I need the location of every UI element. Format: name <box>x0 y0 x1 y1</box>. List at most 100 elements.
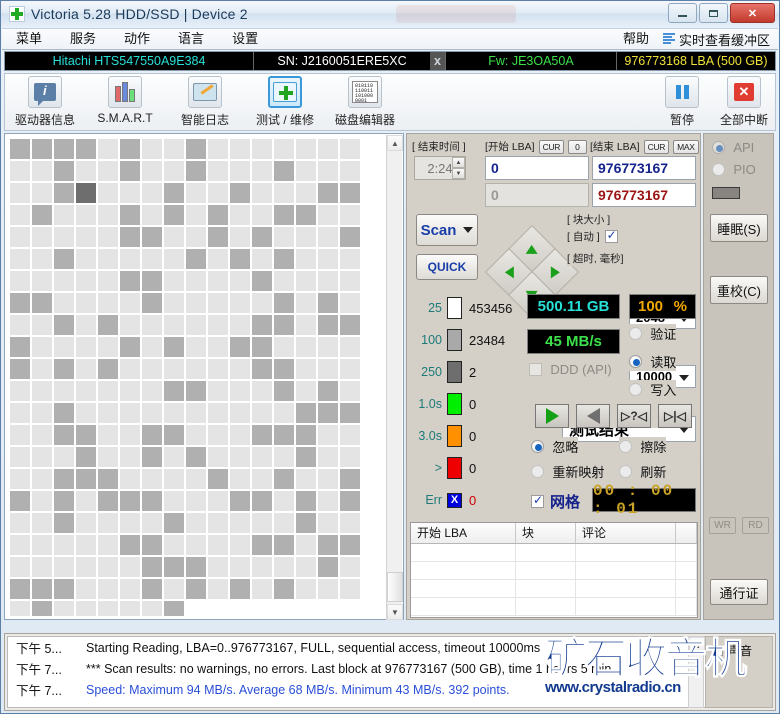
sleep-button[interactable]: 睡眠(S) <box>710 214 768 242</box>
block-legend: 25 453456 100 23484 250 2 1.0s 0 3.0s 0 >0 Err X 0 <box>410 292 522 537</box>
scan-button[interactable]: Scan <box>416 214 478 246</box>
menu-item-action[interactable]: 动作 <box>110 29 164 49</box>
passport-button[interactable]: 通行证 <box>710 579 768 605</box>
menu-item-menu[interactable]: 菜单 <box>2 29 56 49</box>
toolbar-smart-log[interactable]: 智能日志 <box>165 74 245 130</box>
ddd-api-checkbox[interactable] <box>529 363 542 377</box>
api-radio[interactable] <box>712 141 725 155</box>
toolbar-drive-info[interactable]: 驱动器信息 <box>5 74 85 130</box>
block-cell <box>273 182 295 204</box>
block-cell <box>75 578 97 600</box>
block-cell <box>339 578 361 600</box>
block-cell <box>31 446 53 468</box>
menu-item-service[interactable]: 服务 <box>56 29 110 49</box>
block-cell <box>163 138 185 160</box>
log-entry[interactable]: 下午 7... *** Scan results: no warnings, n… <box>8 658 706 679</box>
close-button[interactable]: ✕ <box>730 3 775 23</box>
block-map[interactable] <box>9 138 379 616</box>
action-remap-radio[interactable] <box>531 465 544 478</box>
defects-table[interactable]: 开始 LBA 块 评论 <box>410 522 698 618</box>
toolbar-disk-editor[interactable]: 010110 110011 101000 0001 磁盘编辑器 <box>325 74 405 130</box>
block-cell <box>141 314 163 336</box>
toolbar-abort-all[interactable]: ✕ 全部中断 <box>713 74 775 130</box>
toolbar-smart[interactable]: S.M.A.R.T <box>85 74 165 130</box>
end-lba-input[interactable]: 976773167 <box>592 156 696 180</box>
quick-button[interactable]: QUICK <box>416 254 478 280</box>
mode-write-radio[interactable] <box>629 383 642 396</box>
action-erase[interactable]: 擦除 <box>619 437 667 456</box>
recalibrate-button[interactable]: 重校(C) <box>710 276 768 304</box>
maximize-button[interactable] <box>699 3 728 23</box>
pio-radio[interactable] <box>712 163 725 177</box>
clear-serial-button[interactable]: x <box>430 52 445 70</box>
toolbar-pause[interactable]: 暂停 <box>651 74 713 130</box>
start-lba-zero-button[interactable]: 0 <box>568 139 587 154</box>
random-seek-button[interactable]: ▷?◁ <box>617 404 651 428</box>
mode-verify-radio[interactable] <box>629 327 642 340</box>
wr-button[interactable]: WR <box>709 517 736 534</box>
table-row[interactable] <box>411 562 697 580</box>
menu-item-help[interactable]: 帮助 <box>609 29 663 49</box>
block-cell <box>339 182 361 204</box>
mode-read-radio[interactable] <box>629 355 642 368</box>
block-cell <box>273 402 295 424</box>
end-time-spinner[interactable]: 2:24 ▲ ▼ <box>414 156 466 180</box>
legend-threshold: Err <box>425 493 442 507</box>
block-map-scrollbar[interactable]: ▲ ▼ <box>386 135 403 620</box>
block-cell <box>75 292 97 314</box>
mode-read[interactable]: 读取 <box>629 352 677 371</box>
block-cell <box>31 314 53 336</box>
sound-checkbox[interactable] <box>712 643 724 657</box>
action-remap[interactable]: 重新映射 <box>531 462 605 481</box>
butterfly-seek-button[interactable]: ▷|◁ <box>658 404 692 428</box>
menu-item-language[interactable]: 语言 <box>164 29 218 49</box>
start-lba-cur-button[interactable]: CUR <box>538 139 565 154</box>
interface-pio[interactable]: PIO <box>712 162 756 177</box>
play-forward-button[interactable] <box>535 404 569 428</box>
spinner-arrows-icon[interactable]: ▲ ▼ <box>452 157 465 179</box>
log-list[interactable]: 下午 5... Starting Reading, LBA=0..9767731… <box>7 636 707 708</box>
block-cell <box>141 336 163 358</box>
action-erase-radio[interactable] <box>619 440 632 453</box>
block-cell <box>229 182 251 204</box>
sound-label: 声音 <box>728 644 753 658</box>
ddd-api-row[interactable]: DDD (API) <box>529 362 612 378</box>
action-refresh-radio[interactable] <box>619 465 632 478</box>
action-ignore[interactable]: 忽略 <box>531 437 579 456</box>
block-cell <box>229 578 251 600</box>
scrollbar-thumb[interactable] <box>387 572 403 602</box>
main-body: ▲ ▼ [ 结束时间 ] [开始 LBA] CUR 0 [结束 LBA] CUR… <box>4 133 776 631</box>
menu-item-settings[interactable]: 设置 <box>218 29 272 49</box>
grid-toggle[interactable]: 网格 <box>531 491 581 512</box>
folder-pencil-icon <box>188 76 222 108</box>
log-entry[interactable]: 下午 7... Speed: Maximum 94 MB/s. Average … <box>8 679 706 700</box>
rd-button[interactable]: RD <box>742 517 769 534</box>
scroll-down-arrow-icon[interactable]: ▼ <box>387 604 403 620</box>
action-refresh[interactable]: 刷新 <box>619 462 667 481</box>
toolbar-test-repair[interactable]: 测试 / 维修 <box>245 74 325 130</box>
auto-label: [ 自动 ] <box>567 231 600 243</box>
end-lba-cur-button[interactable]: CUR <box>643 139 670 154</box>
table-row[interactable] <box>411 598 697 616</box>
sound-toggle[interactable]: 声音 <box>712 642 752 659</box>
table-row[interactable] <box>411 544 697 562</box>
log-scrollbar[interactable]: ▲ <box>688 636 705 708</box>
play-reverse-button[interactable] <box>576 404 610 428</box>
grid-checkbox[interactable] <box>531 493 544 508</box>
log-entry[interactable]: 下午 5... Starting Reading, LBA=0..9767731… <box>8 637 706 658</box>
action-ignore-label: 忽略 <box>552 440 579 455</box>
end-lba-max-button[interactable]: MAX <box>673 139 699 154</box>
scroll-up-arrow-icon[interactable]: ▲ <box>387 135 403 151</box>
mode-write[interactable]: 写入 <box>629 380 677 399</box>
mode-verify[interactable]: 验证 <box>629 324 677 343</box>
action-ignore-radio[interactable] <box>531 440 544 453</box>
buffer-view-label[interactable]: 实时查看缓冲区 <box>679 30 770 49</box>
minimize-button[interactable] <box>668 3 697 23</box>
interface-api[interactable]: API <box>712 140 754 155</box>
auto-checkbox[interactable] <box>604 228 618 243</box>
scroll-up-arrow-icon[interactable]: ▲ <box>689 637 705 653</box>
table-row[interactable] <box>411 580 697 598</box>
legend-threshold: 100 <box>421 333 442 347</box>
block-cell <box>141 292 163 314</box>
start-lba-input[interactable]: 0 <box>485 156 589 180</box>
